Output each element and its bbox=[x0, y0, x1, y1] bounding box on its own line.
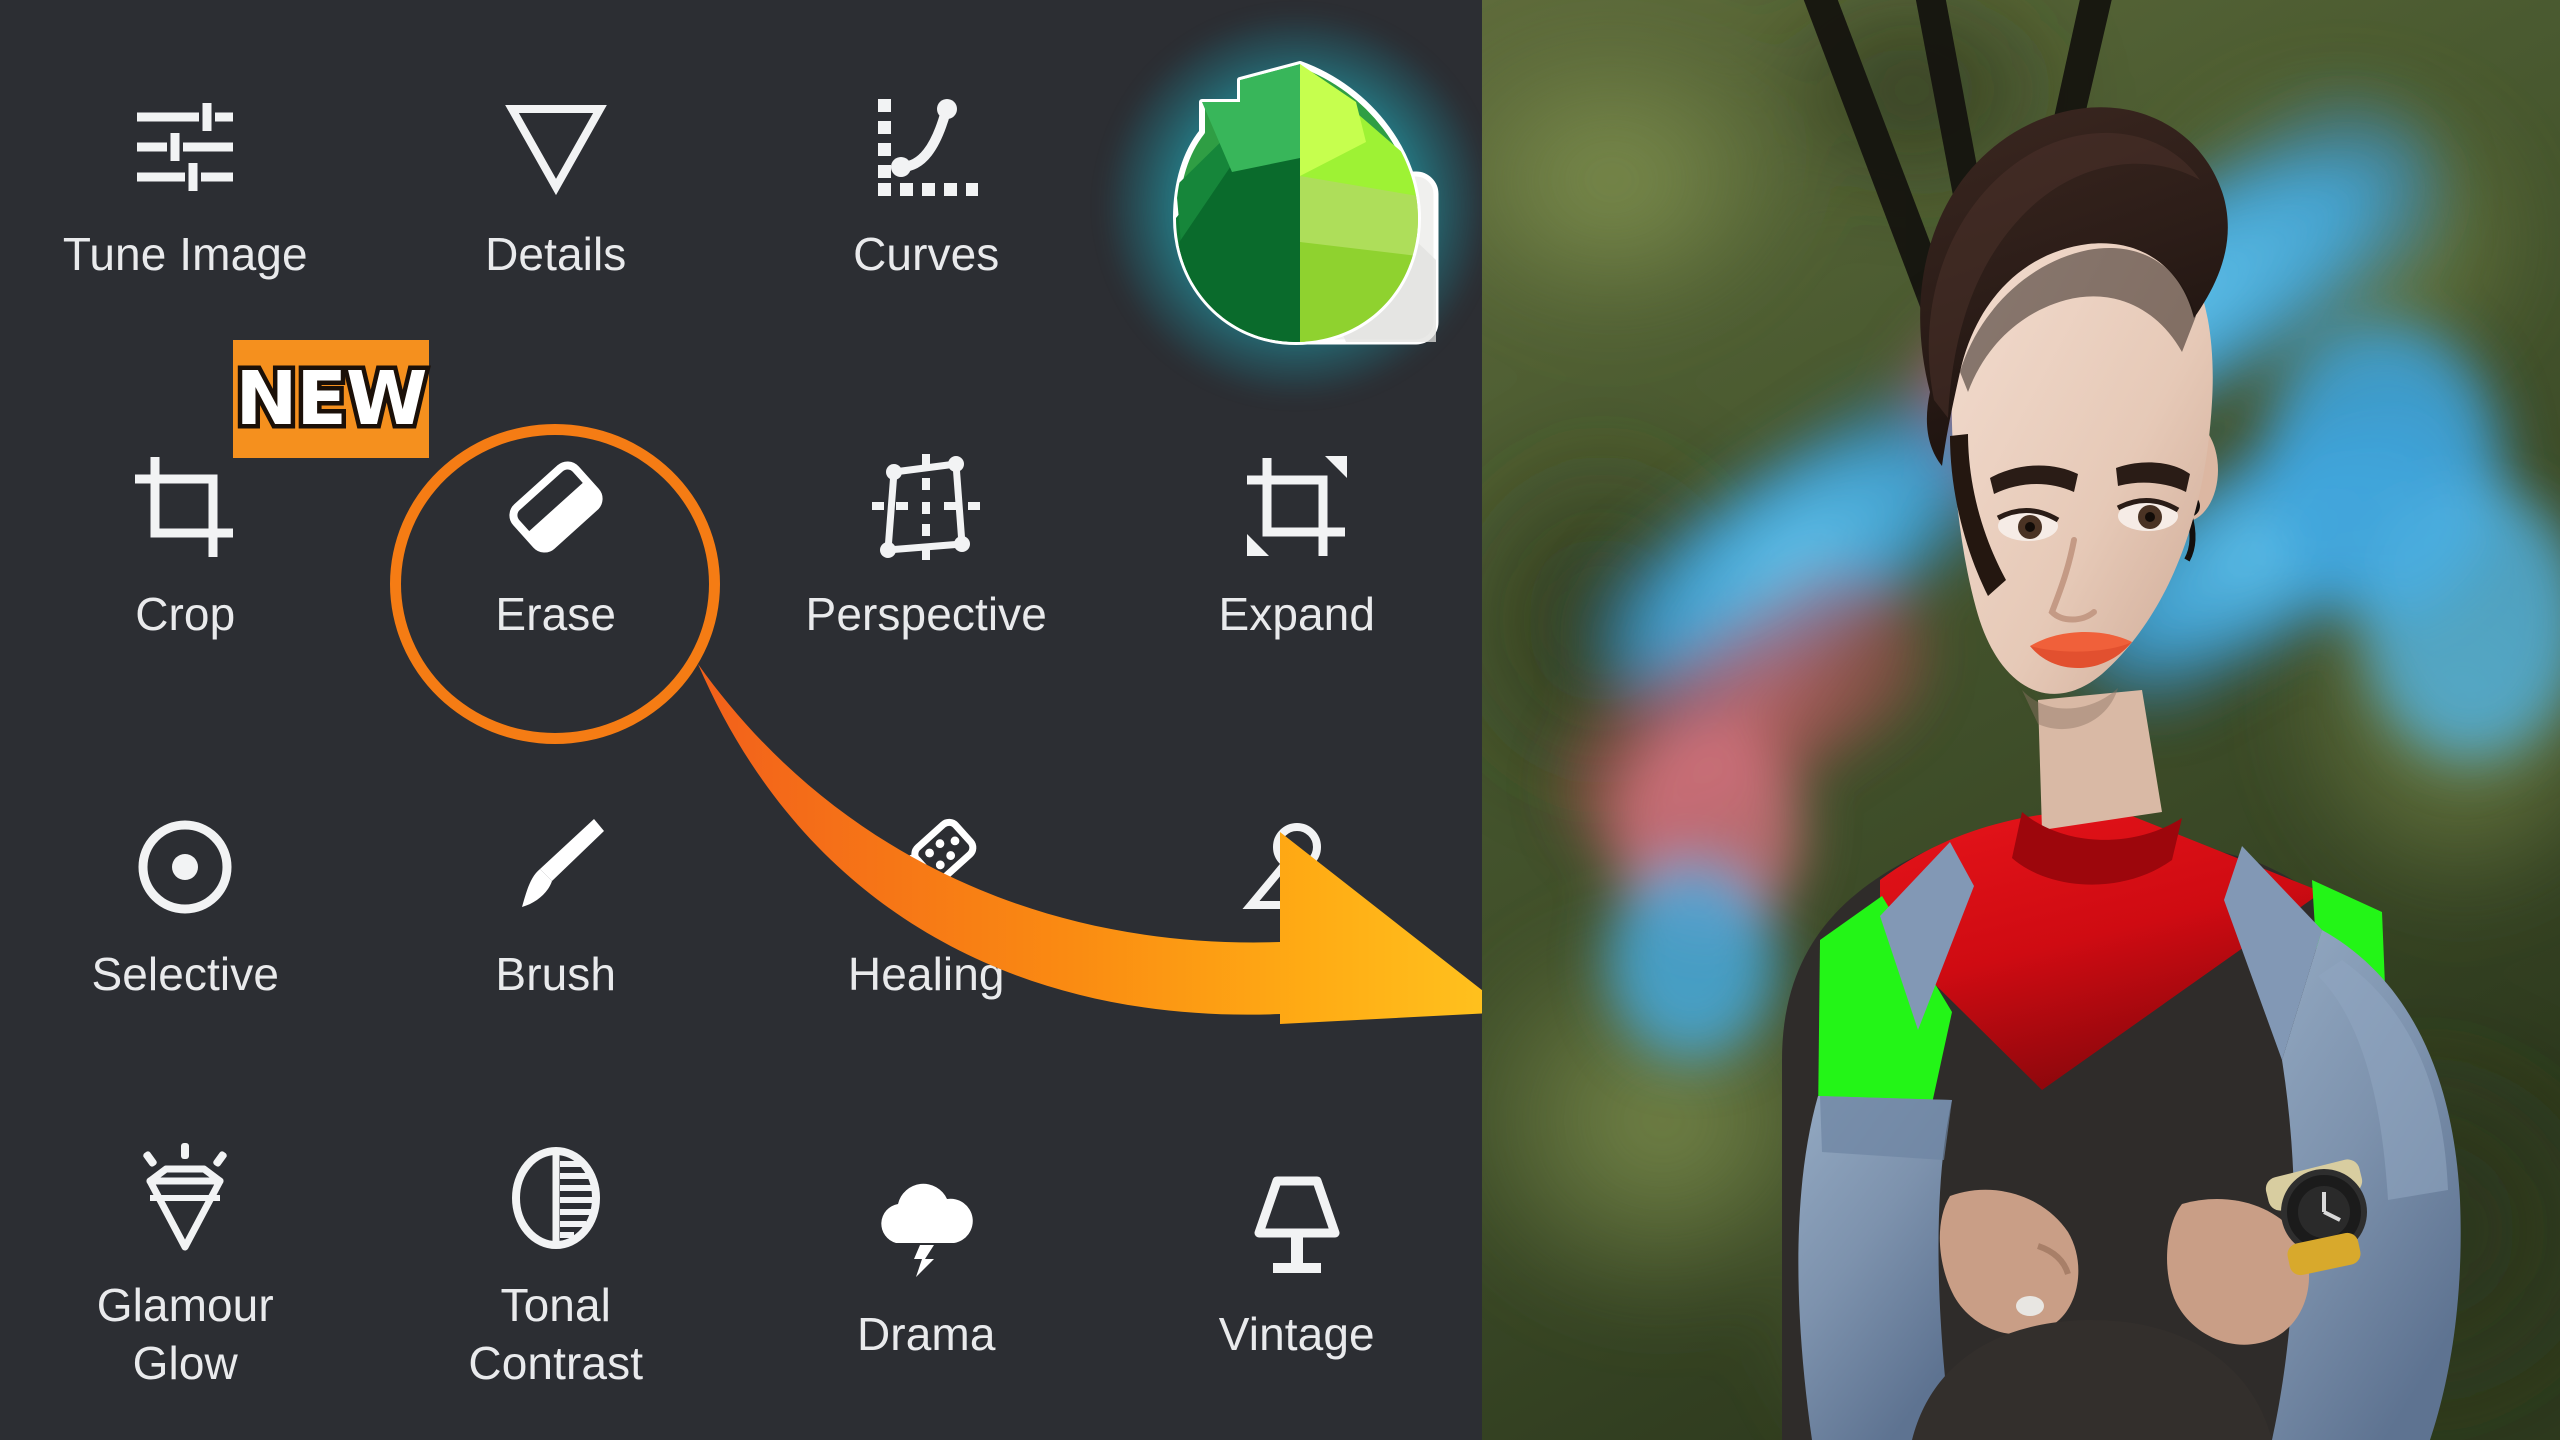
hdr-scape-icon bbox=[1237, 811, 1357, 923]
tool-glamour-glow[interactable]: Glamour Glow bbox=[0, 1080, 371, 1440]
new-badge: NEW bbox=[231, 340, 432, 458]
tool-vintage[interactable]: Vintage bbox=[1112, 1080, 1483, 1440]
tool-label: Brush bbox=[495, 948, 617, 1000]
tool-drama[interactable]: Drama bbox=[741, 1080, 1112, 1440]
eraser-icon bbox=[496, 451, 616, 563]
tonal-contrast-circle-icon bbox=[496, 1142, 616, 1254]
vintage-lamp-icon bbox=[1237, 1171, 1357, 1283]
tool-label: Crop bbox=[135, 588, 236, 640]
thumbnail-canvas: Tune Image Details Curves Crop Erase Per… bbox=[0, 0, 2560, 1440]
tool-brush[interactable]: Brush bbox=[371, 720, 742, 1080]
tune-sliders-icon bbox=[125, 91, 245, 203]
healing-bandage-icon bbox=[866, 811, 986, 923]
tool-label: Details bbox=[485, 228, 627, 280]
tool-label: Glamour Glow bbox=[96, 1279, 274, 1389]
photo-preview bbox=[1482, 0, 2560, 1440]
tool-label: Vintage bbox=[1218, 1308, 1375, 1360]
tool-perspective[interactable]: Perspective bbox=[741, 360, 1112, 720]
tool-label: Curves bbox=[853, 228, 1000, 280]
snapseed-leaf-logo bbox=[1110, 20, 1482, 392]
tool-label: Drama bbox=[856, 1308, 996, 1360]
curves-graph-icon bbox=[866, 91, 986, 203]
new-badge-label: NEW bbox=[231, 356, 432, 442]
drama-storm-cloud-icon bbox=[866, 1171, 986, 1283]
tool-label: Perspective bbox=[805, 588, 1047, 640]
tool-label: HDR Scape bbox=[1174, 948, 1419, 1000]
finger-ring bbox=[2016, 1296, 2044, 1316]
tool-tonal-contrast[interactable]: Tonal Contrast bbox=[371, 1080, 742, 1440]
tool-healing[interactable]: Healing bbox=[741, 720, 1112, 1080]
tool-details[interactable]: Details bbox=[371, 0, 742, 360]
snapseed-tools-panel: Tune Image Details Curves Crop Erase Per… bbox=[0, 0, 1482, 1440]
tool-tune-image[interactable]: Tune Image bbox=[0, 0, 371, 360]
tool-selective[interactable]: Selective bbox=[0, 720, 371, 1080]
tool-expand[interactable]: Expand bbox=[1112, 360, 1483, 720]
paintbrush-icon bbox=[496, 811, 616, 923]
tool-label: Healing bbox=[847, 948, 1005, 1000]
perspective-trapezoid-icon bbox=[866, 451, 986, 563]
tool-label: Selective bbox=[91, 948, 280, 1000]
expand-crop-icon bbox=[1237, 451, 1357, 563]
tool-curves[interactable]: Curves bbox=[741, 0, 1112, 360]
tool-label: Expand bbox=[1218, 588, 1376, 640]
crop-marks-icon bbox=[125, 451, 245, 563]
selective-target-icon bbox=[125, 811, 245, 923]
glamour-gem-icon bbox=[125, 1142, 245, 1254]
tool-label: Tune Image bbox=[62, 228, 308, 280]
details-triangle-icon bbox=[496, 91, 616, 203]
tool-label: Erase bbox=[495, 588, 617, 640]
tool-label: Tonal Contrast bbox=[468, 1279, 644, 1389]
tool-hdr-scape[interactable]: HDR Scape bbox=[1112, 720, 1483, 1080]
